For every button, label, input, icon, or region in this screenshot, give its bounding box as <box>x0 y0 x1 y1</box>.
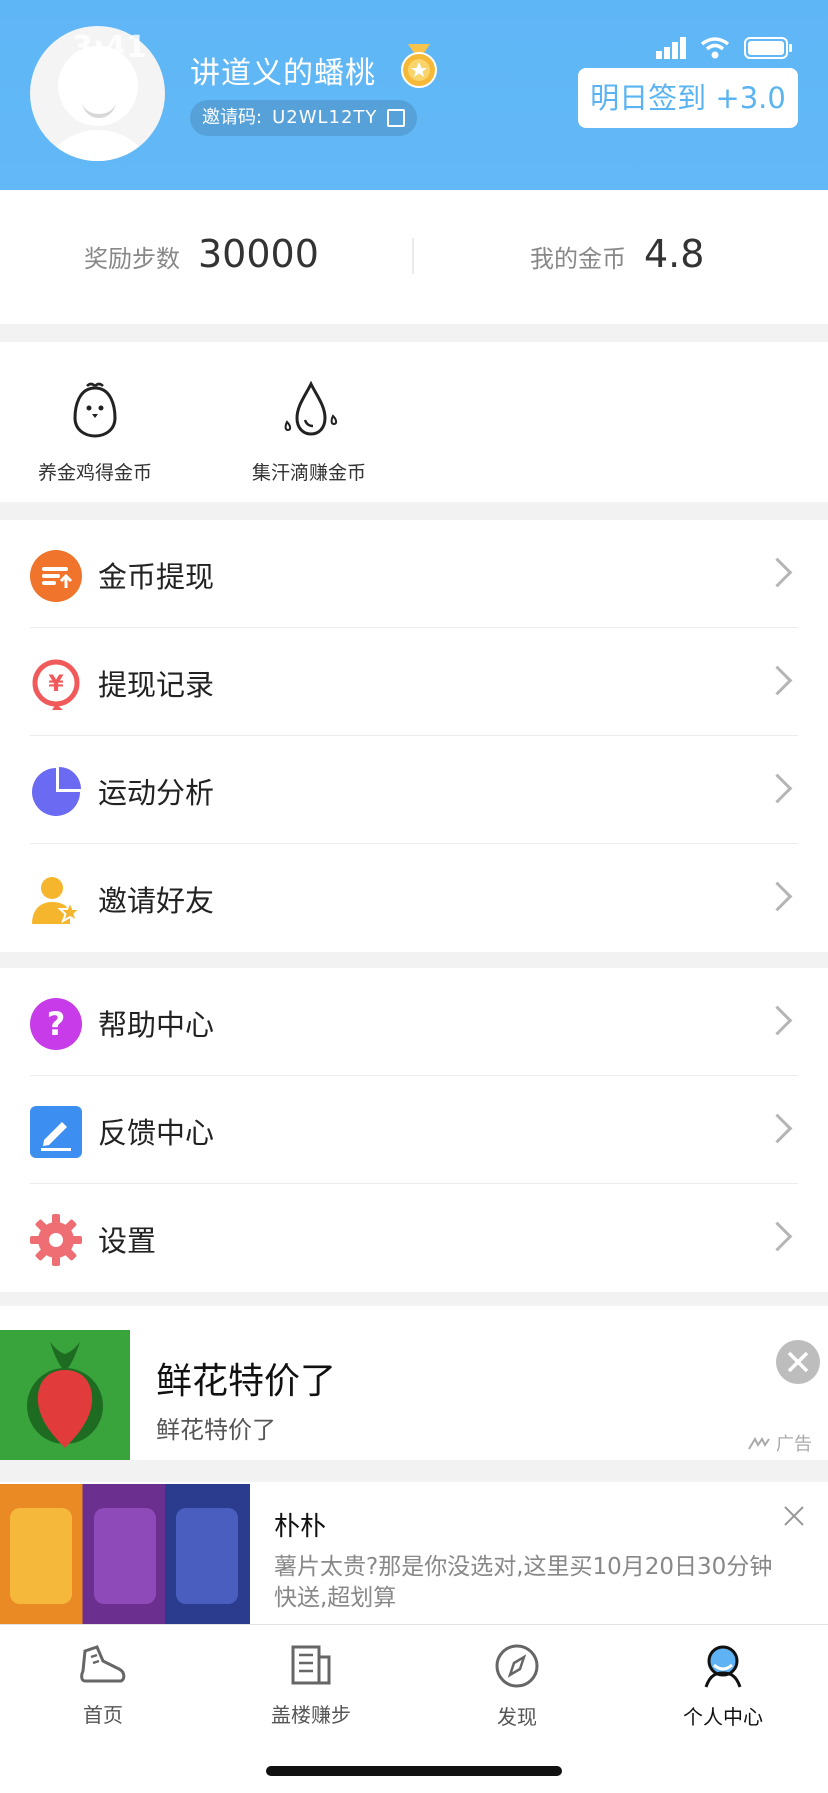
ad-close-button[interactable] <box>776 1340 820 1384</box>
wifi-icon <box>700 37 730 59</box>
ad-subtitle: 鲜花特价了 <box>156 1416 276 1444</box>
tab-home[interactable]: 首页 <box>23 1643 183 1728</box>
ad-badge-text: 广告 <box>776 1434 812 1455</box>
chevron-right-icon <box>762 557 793 588</box>
signal-icon <box>656 37 686 59</box>
menu-item-label: 设置 <box>98 1224 157 1258</box>
ad2-title: 朴朴 <box>274 1512 327 1542</box>
close-icon <box>787 1351 809 1373</box>
menu-item-label: 反馈中心 <box>98 1116 215 1150</box>
stats-panel: 奖励步数 30000 我的金币 4.8 <box>0 190 828 324</box>
menu-item-label: 提现记录 <box>98 668 215 702</box>
reward-steps-stat[interactable]: 奖励步数 30000 <box>84 232 319 276</box>
copy-icon[interactable] <box>387 109 406 127</box>
menu-item-withdraw-record[interactable]: ¥ 提现记录 <box>0 628 828 736</box>
ad-title: 鲜花特价了 <box>156 1361 337 1402</box>
checkin-button[interactable]: 明日签到 +3.0 <box>578 68 798 128</box>
ad2-description: 薯片太贵?那是你没选对,这里买10月20日30分钟快送,超划算 <box>274 1554 773 1611</box>
quick-action-chick-label: 养金鸡得金币 <box>37 462 152 484</box>
ad-banner-flowers[interactable]: 鲜花特价了 鲜花特价了 广告 <box>0 1306 828 1460</box>
invite-label: 邀请码: <box>202 107 263 128</box>
chips-bag-2 <box>94 1508 156 1604</box>
tab-discover[interactable]: 发现 <box>437 1643 597 1730</box>
chick-icon <box>73 382 117 438</box>
running-shoe-icon <box>80 1645 126 1683</box>
tab-label: 发现 <box>497 1705 537 1729</box>
stats-divider <box>412 238 414 274</box>
svg-text:?: ? <box>47 1005 66 1043</box>
chevron-right-icon <box>762 665 793 696</box>
menu-group-1: 金币提现 ¥ 提现记录 运动分析 邀请好友 <box>0 520 828 952</box>
tab-label: 盖楼赚步 <box>271 1703 351 1727</box>
tab-profile[interactable]: 个人中心 <box>643 1643 803 1730</box>
quick-action-chick[interactable]: 养金鸡得金币 <box>30 380 160 485</box>
coins-stat[interactable]: 我的金币 4.8 <box>530 232 704 276</box>
help-icon: ? <box>30 998 82 1050</box>
menu-item-help-center[interactable]: ? 帮助中心 <box>0 968 828 1076</box>
tab-label: 个人中心 <box>683 1705 763 1729</box>
invite-friend-icon <box>32 877 82 924</box>
tab-build-steps[interactable]: 盖楼赚步 <box>231 1643 391 1728</box>
menu-item-coin-withdraw[interactable]: 金币提现 <box>0 520 828 628</box>
menu-item-label: 邀请好友 <box>98 884 215 918</box>
ad-mark-icon <box>748 1436 770 1450</box>
menu-item-label: 运动分析 <box>98 776 215 810</box>
ad2-image <box>0 1484 250 1624</box>
coins-label: 我的金币 <box>530 245 626 273</box>
withdraw-record-icon: ¥ <box>32 659 80 710</box>
chevron-right-icon <box>762 773 793 804</box>
chevron-right-icon <box>762 1221 793 1252</box>
feedback-icon <box>30 1106 82 1158</box>
menu-item-label: 帮助中心 <box>98 1008 215 1042</box>
ad2-close-icon[interactable] <box>782 1504 806 1528</box>
menu-item-invite-friend[interactable]: 邀请好友 <box>0 844 828 952</box>
ad-badge: 广告 <box>748 1430 812 1456</box>
reward-steps-value: 30000 <box>198 232 319 276</box>
status-time: 3:41 <box>72 30 147 65</box>
quick-actions: 养金鸡得金币 集汗滴赚金币 <box>0 342 828 502</box>
tab-label: 首页 <box>83 1703 123 1727</box>
home-indicator[interactable] <box>266 1766 562 1776</box>
chevron-right-icon <box>762 1113 793 1144</box>
compass-icon <box>495 1644 539 1688</box>
menu-item-sport-analysis[interactable]: 运动分析 <box>0 736 828 844</box>
profile-header: 3:41 讲道义的蟠桃 邀请码: U2WL12TY 明日签到 +3.0 <box>0 0 828 190</box>
radish-logo-icon <box>27 1342 103 1448</box>
building-icon <box>291 1645 331 1685</box>
menu-item-label: 金币提现 <box>98 560 215 594</box>
status-icons <box>656 36 794 60</box>
pie-chart-icon <box>32 767 81 816</box>
ad-banner-pupu[interactable]: 朴朴 薯片太贵?那是你没选对,这里买10月20日30分钟快送,超划算 <box>0 1482 828 1624</box>
menu-item-feedback-center[interactable]: 反馈中心 <box>0 1076 828 1184</box>
username: 讲道义的蟠桃 <box>190 56 376 91</box>
quick-action-sweat[interactable]: 集汗滴赚金币 <box>244 380 374 485</box>
chevron-right-icon <box>762 1005 793 1036</box>
invite-code-chip[interactable]: 邀请码: U2WL12TY <box>190 100 418 136</box>
settings-gear-icon <box>30 1214 82 1266</box>
menu-item-settings[interactable]: 设置 <box>0 1184 828 1292</box>
reward-steps-label: 奖励步数 <box>84 245 180 273</box>
chips-bag-3 <box>176 1508 238 1604</box>
sweat-drop-icon <box>284 380 338 436</box>
quick-action-sweat-label: 集汗滴赚金币 <box>251 462 366 484</box>
chevron-right-icon <box>762 881 793 912</box>
avatar-body <box>38 130 158 161</box>
coins-value: 4.8 <box>644 232 705 276</box>
svg-text:¥: ¥ <box>48 672 64 697</box>
person-icon <box>704 1645 742 1688</box>
invite-code: U2WL12TY <box>272 107 378 128</box>
menu-group-2: ? 帮助中心 反馈中心 设置 <box>0 968 828 1292</box>
ad-image <box>0 1330 130 1460</box>
battery-icon <box>744 37 792 59</box>
chips-bag-1 <box>10 1508 72 1604</box>
coin-withdraw-icon <box>30 550 82 602</box>
medal-icon <box>401 44 437 88</box>
